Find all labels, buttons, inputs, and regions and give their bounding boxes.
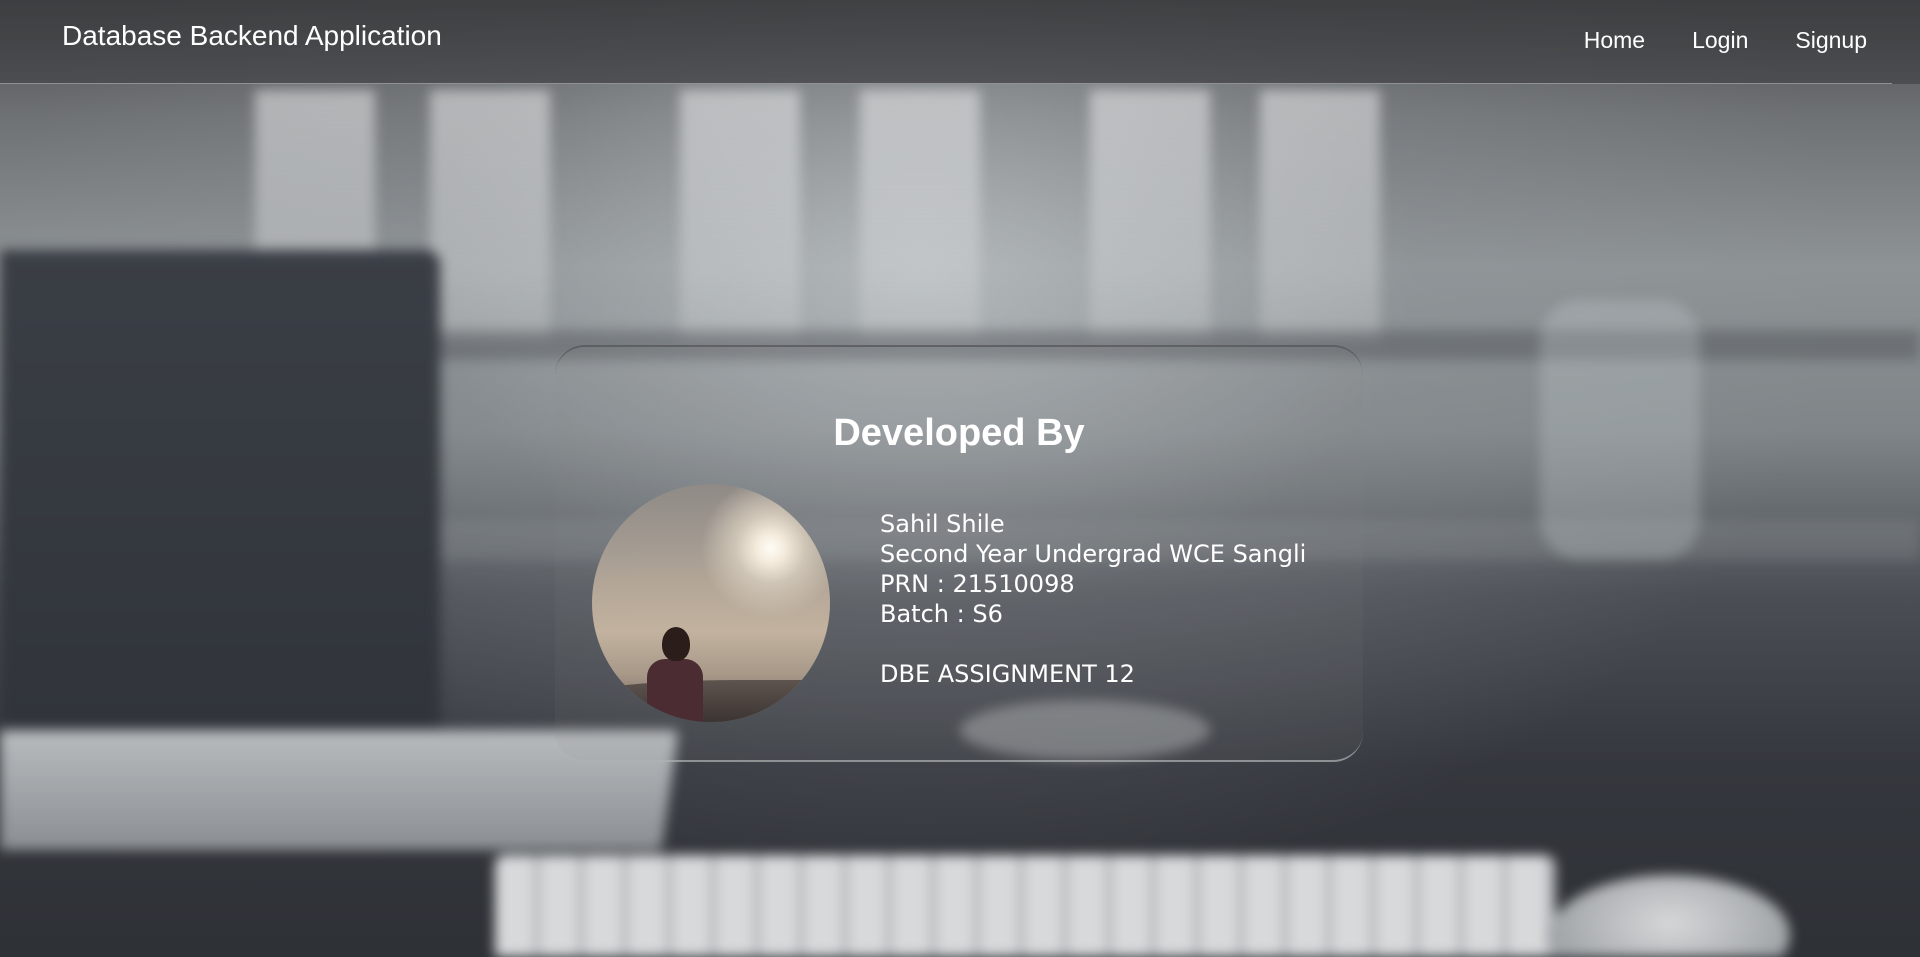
background-laptop	[0, 250, 440, 770]
background-mouse	[1550, 875, 1790, 957]
background-glass	[1540, 300, 1700, 560]
developer-name: Sahil Shile	[880, 510, 1005, 538]
nav-signup-link[interactable]: Signup	[1795, 27, 1867, 54]
avatar-person-head	[662, 627, 690, 661]
info-spacer	[880, 629, 1306, 659]
background-window-pane	[430, 90, 550, 340]
background-window-pane	[860, 90, 980, 340]
developer-avatar	[592, 484, 830, 722]
avatar-hill	[592, 680, 830, 722]
background-window-pane	[1090, 90, 1210, 340]
developer-info: Sahil Shile Second Year Undergrad WCE Sa…	[880, 509, 1306, 689]
developer-card: Developed By Sahil Shile Second Year Und…	[555, 345, 1363, 762]
assignment-label: DBE ASSIGNMENT 12	[880, 660, 1135, 688]
nav-links: Home Login Signup	[1537, 27, 1867, 54]
avatar-person-body	[647, 659, 703, 722]
background-window-pane	[1260, 90, 1380, 340]
developer-batch: Batch : S6	[880, 600, 1003, 628]
developer-prn: PRN : 21510098	[880, 570, 1075, 598]
background-keyboard	[495, 855, 1555, 957]
card-title: Developed By	[833, 412, 1085, 454]
navbar: Database Backend Application Home Login …	[0, 0, 1892, 84]
brand-link[interactable]: Database Backend Application	[62, 20, 442, 52]
background-window-pane	[680, 90, 800, 340]
nav-login-link[interactable]: Login	[1692, 27, 1748, 54]
developer-description: Second Year Undergrad WCE Sangli	[880, 540, 1307, 568]
nav-home-link[interactable]: Home	[1584, 27, 1645, 54]
